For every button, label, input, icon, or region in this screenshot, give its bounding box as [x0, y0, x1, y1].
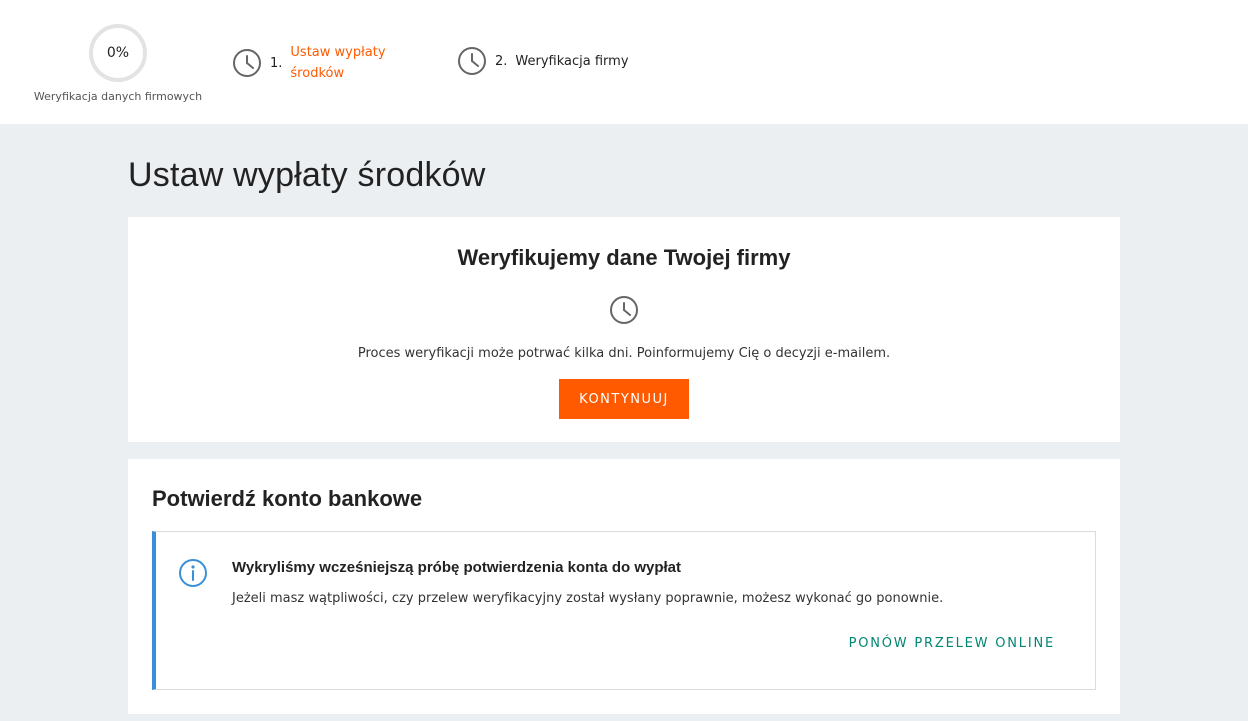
progress-circle: 0%: [89, 24, 147, 82]
continue-button[interactable]: KONTYNUUJ: [559, 379, 689, 419]
notice-text: Jeżeli masz wątpliwości, czy przelew wer…: [232, 591, 944, 606]
step-company-verification[interactable]: 2. Weryfikacja firmy: [457, 46, 629, 76]
step-label: Weryfikacja firmy: [515, 53, 629, 69]
bank-account-title: Potwierdź konto bankowe: [152, 486, 423, 511]
step-set-payouts[interactable]: 1. Ustaw wypłaty środków: [232, 42, 400, 84]
step-number: 1.: [270, 55, 283, 71]
clock-icon: [232, 48, 262, 78]
notice-title: Wykryliśmy wcześniejszą próbę potwierdze…: [232, 559, 682, 576]
verification-card: Weryfikujemy dane Twojej firmy Proces we…: [128, 217, 1120, 442]
clock-icon: [609, 295, 639, 329]
verification-text: Proces weryfikacji może potrwać kilka dn…: [357, 346, 891, 361]
progress-label: Weryfikacja danych firmowych: [33, 90, 203, 103]
info-notice: Wykryliśmy wcześniejszą próbę potwierdze…: [152, 531, 1096, 690]
retry-transfer-link[interactable]: PONÓW PRZELEW ONLINE: [849, 636, 1055, 651]
progress-value: 0%: [106, 45, 130, 61]
clock-icon: [457, 46, 487, 76]
step-label: Ustaw wypłaty środków: [290, 45, 386, 81]
page-title: Ustaw wypłaty środków: [128, 156, 486, 194]
bank-account-card: Potwierdź konto bankowe Wykryliśmy wcześ…: [128, 459, 1120, 714]
step-number: 2.: [495, 53, 508, 69]
info-icon: [178, 558, 208, 592]
progress-indicator: 0% Weryfikacja danych firmowych: [28, 24, 208, 103]
top-progress-bar: 0% Weryfikacja danych firmowych 1. Ustaw…: [0, 0, 1248, 124]
verification-title: Weryfikujemy dane Twojej firmy: [457, 245, 791, 270]
